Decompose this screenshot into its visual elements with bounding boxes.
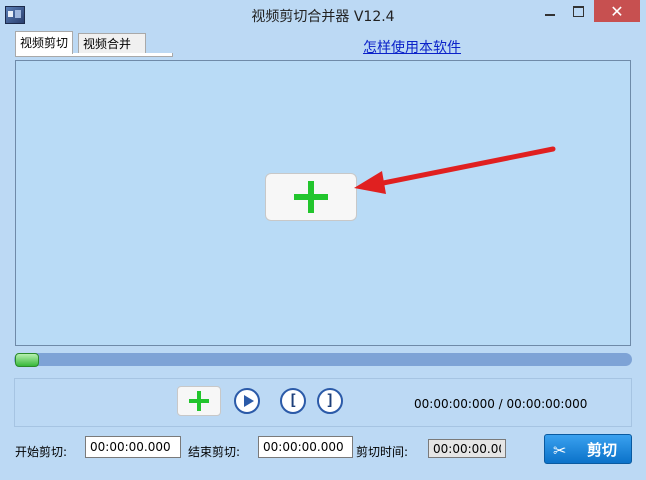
start-cut-label: 开始剪切:: [15, 445, 68, 459]
help-link[interactable]: 怎样使用本软件: [363, 37, 461, 57]
seek-bar[interactable]: [14, 353, 632, 367]
tab-video-merge[interactable]: 视频合并: [78, 33, 146, 54]
tab-video-cut[interactable]: 视频剪切: [15, 31, 74, 54]
cut-settings-row: 开始剪切: 结束剪切: 剪切时间: ✂ 剪切: [0, 434, 646, 464]
play-button[interactable]: [234, 388, 260, 414]
play-icon: [244, 395, 254, 407]
minimize-icon: [545, 14, 555, 16]
bracket-left-icon: [: [288, 391, 298, 409]
cut-button[interactable]: ✂ 剪切: [544, 434, 632, 464]
video-preview-area: [15, 60, 631, 346]
time-display: 00:00:00:000 / 00:00:00:000: [414, 397, 588, 411]
title-bar: 视频剪切合并器 V12.4 ✕: [0, 0, 646, 30]
tab-strip: 视频剪切 视频合并: [15, 31, 173, 58]
plus-icon: [294, 181, 328, 213]
add-file-button[interactable]: [177, 386, 221, 416]
maximize-button[interactable]: [564, 0, 592, 22]
scissors-icon: ✂: [553, 441, 567, 460]
minimize-button[interactable]: [536, 0, 564, 22]
seek-handle[interactable]: [15, 353, 39, 367]
plus-icon: [189, 391, 209, 411]
playback-controls: [ ] 00:00:00:000 / 00:00:00:000: [14, 378, 632, 427]
cut-button-label: 剪切: [587, 441, 618, 459]
mark-out-button[interactable]: ]: [317, 388, 343, 414]
mark-in-button[interactable]: [: [280, 388, 306, 414]
close-icon: ✕: [610, 1, 624, 21]
maximize-icon: [572, 5, 584, 17]
bracket-right-icon: ]: [325, 391, 335, 409]
start-time-input[interactable]: [85, 436, 181, 458]
end-cut-label: 结束剪切:: [188, 445, 241, 459]
duration-label: 剪切时间:: [356, 445, 409, 459]
end-time-input[interactable]: [258, 436, 353, 458]
red-arrow-annotation: [354, 146, 556, 194]
close-button[interactable]: ✕: [594, 0, 640, 22]
duration-field: [428, 439, 506, 458]
